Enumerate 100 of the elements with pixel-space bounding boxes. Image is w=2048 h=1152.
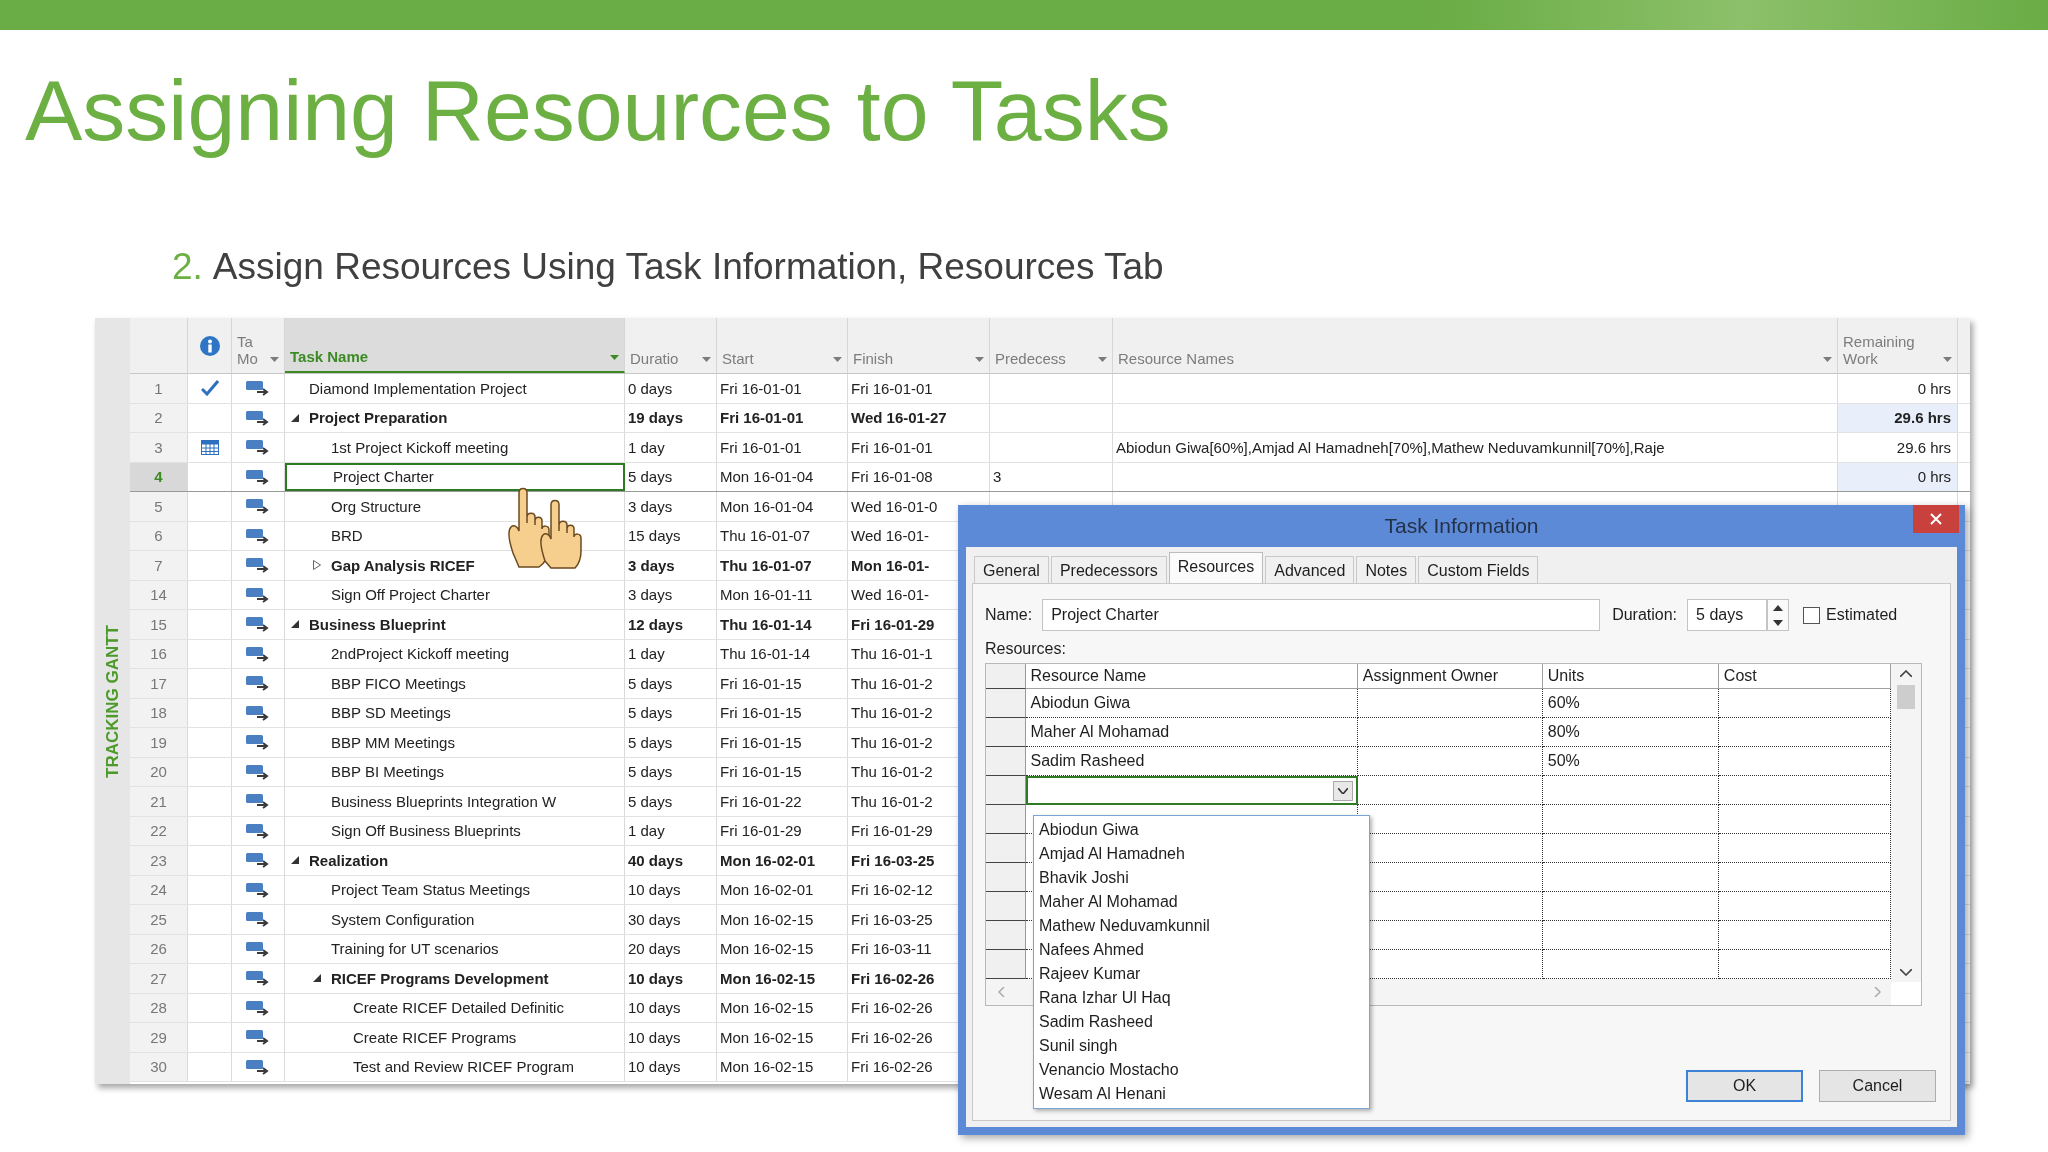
table-cell: 5 days [628, 792, 673, 810]
table-cell: Mon 16-01-11 [720, 586, 813, 604]
row-number[interactable]: 24 [130, 875, 188, 904]
row-number[interactable]: 18 [130, 698, 188, 727]
row-number[interactable]: 27 [130, 964, 188, 993]
dropdown-option[interactable]: Nafees Ahmed [1034, 938, 1369, 962]
duration-field[interactable]: 5 days [1687, 599, 1768, 631]
dropdown-option[interactable]: Rajeev Kumar [1034, 962, 1369, 986]
row-number[interactable]: 19 [130, 728, 188, 757]
table-cell: Fri 16-02-26 [851, 969, 935, 987]
task-name: BBP MM Meetings [331, 733, 455, 751]
view-label: TRACKING GANTT [102, 624, 123, 778]
row-number[interactable]: 17 [130, 669, 188, 698]
row-number[interactable]: 20 [130, 757, 188, 786]
dialog-button[interactable]: OK [1686, 1070, 1803, 1102]
row-number[interactable]: 25 [130, 905, 188, 934]
tab[interactable]: Predecessors [1050, 556, 1167, 583]
tab[interactable]: Notes [1356, 556, 1417, 583]
row-number[interactable]: 4 [130, 462, 188, 491]
row-number[interactable]: 30 [130, 1052, 188, 1081]
table-cell: 5 days [628, 468, 673, 486]
table-cell: Fri 16-01-29 [720, 822, 802, 840]
table-cell: 10 days [628, 999, 681, 1017]
row-number[interactable]: 6 [130, 521, 188, 550]
tab[interactable]: Advanced [1265, 556, 1355, 583]
row-number[interactable]: 2 [130, 403, 188, 432]
table-cell: 12 days [628, 615, 684, 633]
tab[interactable]: Custom Fields [1418, 556, 1539, 583]
table-cell: 3 days [628, 586, 673, 604]
task-name: BBP SD Meetings [331, 704, 451, 722]
table-cell: Fri 16-03-11 [851, 940, 932, 958]
dropdown-option[interactable]: Venancio Mostacho [1034, 1058, 1369, 1082]
row-number[interactable]: 23 [130, 846, 188, 875]
table-cell: 60% [1542, 689, 1719, 718]
row-number[interactable]: 7 [130, 551, 188, 580]
row-number[interactable]: 22 [130, 816, 188, 845]
column-header[interactable]: Remaining Work [1838, 318, 1958, 373]
tab[interactable]: Resources [1168, 552, 1264, 583]
column-header[interactable]: Task Name [285, 318, 625, 373]
task-name: Test and Review RICEF Program [353, 1058, 574, 1076]
dropdown-option[interactable]: Sadim Rasheed [1034, 1010, 1369, 1034]
task-name: Create RICEF Detailed Definitic [353, 999, 564, 1017]
column-header[interactable]: Predecess [990, 318, 1113, 373]
dropdown-option[interactable]: Abiodun Giwa [1034, 818, 1369, 842]
table-cell: 19 days [628, 409, 684, 427]
dropdown-option[interactable]: Bhavik Joshi [1034, 866, 1369, 890]
task-name: Project Team Status Meetings [331, 881, 530, 899]
table-cell: Thu 16-01-1 [851, 645, 933, 663]
table-cell: Maher Al Mohamad [1025, 718, 1358, 747]
dropdown-option[interactable]: Maher Al Mohamad [1034, 890, 1369, 914]
name-field[interactable]: Project Charter [1042, 599, 1601, 631]
table-cell: Abiodun Giwa[60%],Amjad Al Hamadneh[70%],Mathew Neduvamkunnil[70%],Raje [1116, 438, 1665, 456]
column-label: Duratio [630, 350, 679, 367]
dropdown-option[interactable]: Mathew Neduvamkunnil [1034, 914, 1369, 938]
row-number[interactable]: 15 [130, 610, 188, 639]
task-name: Business Blueprints Integration W [331, 792, 557, 810]
row-number[interactable]: 29 [130, 1023, 188, 1052]
table-cell: Fri 16-01-29 [851, 822, 933, 840]
column-label: Start [722, 350, 754, 367]
column-header[interactable]: Finish [848, 318, 990, 373]
dropdown-option[interactable]: Amjad Al Hamadneh [1034, 842, 1369, 866]
table-cell: Thu 16-01-07 [720, 556, 812, 574]
column-header: Resource Name [1025, 664, 1358, 689]
table-cell: Thu 16-01-2 [851, 733, 933, 751]
row-number[interactable]: 14 [130, 580, 188, 609]
dialog-button[interactable]: Cancel [1819, 1070, 1936, 1102]
dropdown-option[interactable]: Sunil singh [1034, 1034, 1369, 1058]
table-cell: Mon 16-02-01 [720, 881, 814, 899]
row-number[interactable]: 28 [130, 993, 188, 1022]
column-header[interactable]: Resource Names [1113, 318, 1838, 373]
table-cell: Fri 16-01-15 [720, 674, 802, 692]
column-header[interactable]: Start [717, 318, 848, 373]
dropdown-option[interactable]: Wesam Al Henani [1034, 1082, 1369, 1106]
row-number[interactable]: 3 [130, 433, 188, 462]
table-cell: Abiodun Giwa [1025, 689, 1358, 718]
table-cell: Fri 16-02-26 [851, 1028, 933, 1046]
task-name: BRD [331, 527, 363, 545]
row-number[interactable]: 21 [130, 787, 188, 816]
tab[interactable]: General [974, 556, 1049, 583]
table-cell: 29.6 hrs [1896, 438, 1951, 456]
task-name: System Configuration [331, 910, 475, 928]
table-cell: Fri 16-02-12 [851, 881, 933, 899]
table-cell: 80% [1542, 718, 1719, 747]
table-cell: 30 days [628, 910, 681, 928]
column-header[interactable]: Duratio [625, 318, 717, 373]
table-cell: 0 days [628, 379, 673, 397]
row-number[interactable]: 5 [130, 492, 188, 521]
column-header: Units [1542, 664, 1719, 689]
table-cell: 5 days [628, 733, 673, 751]
row-number[interactable]: 26 [130, 934, 188, 963]
row-number[interactable]: 16 [130, 639, 188, 668]
table-cell: Mon 16-02-15 [720, 910, 814, 928]
table-cell: Fri 16-01-29 [851, 615, 935, 633]
table-cell: Fri 16-01-01 [851, 379, 933, 397]
row-number[interactable]: 1 [130, 374, 188, 403]
task-name: Training for UT scenarios [331, 940, 499, 958]
table-cell: Wed 16-01-27 [851, 409, 947, 427]
task-name: Realization [309, 851, 389, 869]
dropdown-option[interactable]: Rana Izhar Ul Haq [1034, 986, 1369, 1010]
table-cell: Mon 16-02-15 [720, 969, 816, 987]
